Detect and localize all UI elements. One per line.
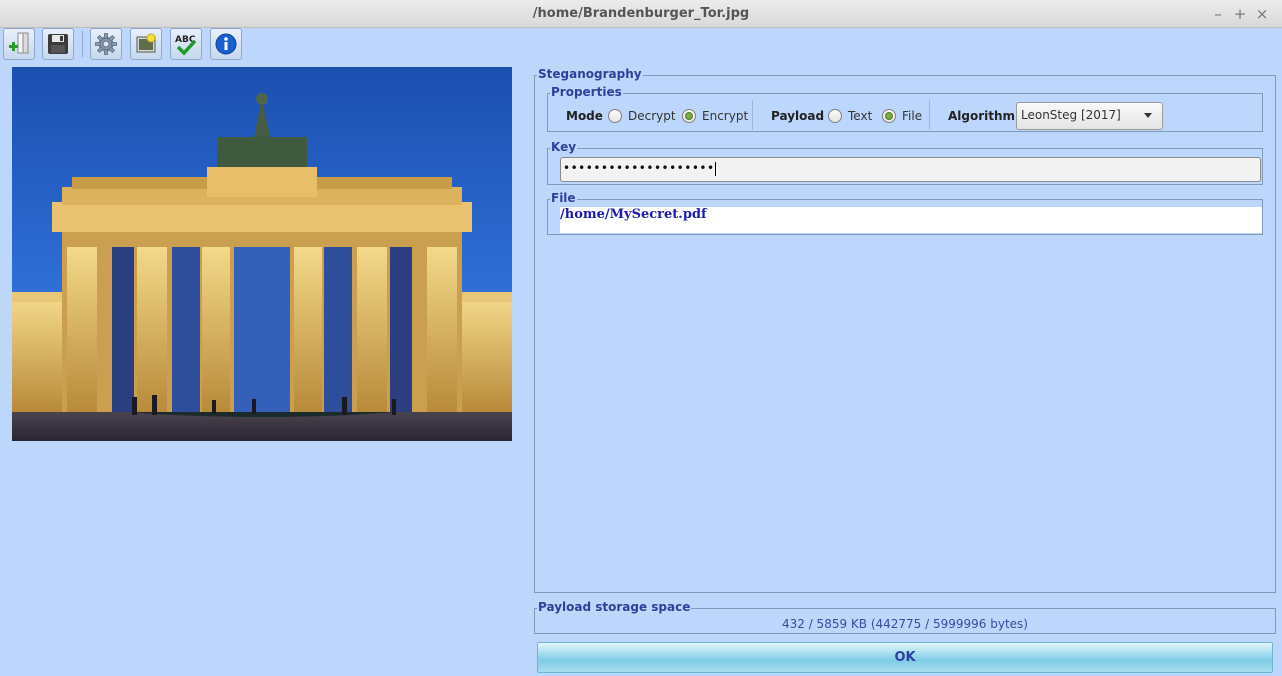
close-button[interactable]: × xyxy=(1252,4,1272,24)
minimize-button[interactable]: – xyxy=(1208,4,1228,24)
settings-button[interactable] xyxy=(90,28,122,60)
maximize-button[interactable]: + xyxy=(1230,4,1250,24)
payload-storage-text: 432 / 5859 KB (442775 / 5999996 bytes) xyxy=(781,617,1028,631)
open-file-button[interactable] xyxy=(3,28,35,60)
payload-storage-title: Payload storage space xyxy=(537,600,692,614)
mode-encrypt-label[interactable]: Encrypt xyxy=(702,109,748,123)
payload-label: Payload xyxy=(771,109,825,123)
payload-text-label[interactable]: Text xyxy=(848,109,872,123)
key-password-input[interactable]: •••••••••••••••••••• xyxy=(560,157,1261,182)
properties-separator xyxy=(752,100,753,130)
key-title: Key xyxy=(550,140,578,154)
algorithm-label: Algorithm xyxy=(948,109,1016,123)
mode-decrypt-radio[interactable] xyxy=(608,109,622,123)
payload-file-label[interactable]: File xyxy=(902,109,922,123)
mode-decrypt-label[interactable]: Decrypt xyxy=(628,109,676,123)
spellcheck-button[interactable]: ABC xyxy=(170,28,202,60)
toolbar-separator xyxy=(82,31,83,57)
spellcheck-icon: ABC xyxy=(175,35,197,56)
algorithm-select[interactable]: LeonSteg [2017] xyxy=(1016,102,1163,130)
file-title: File xyxy=(550,191,577,205)
mode-label: Mode xyxy=(566,109,603,123)
text-caret xyxy=(714,161,716,176)
cover-image xyxy=(12,67,512,441)
file-path-field[interactable]: /home/MySecret.pdf xyxy=(560,207,1262,233)
info-icon xyxy=(215,33,237,55)
properties-separator xyxy=(929,100,930,130)
algorithm-value: LeonSteg [2017] xyxy=(1021,108,1121,122)
window-titlebar: /home/Brandenburger_Tor.jpg – + × xyxy=(0,0,1282,28)
mode-encrypt-radio[interactable] xyxy=(682,109,696,123)
new-image-icon xyxy=(136,33,156,53)
open-file-icon xyxy=(9,32,29,54)
toolbar: ABC xyxy=(0,28,1282,62)
steganography-title: Steganography xyxy=(537,67,643,81)
brandenburg-gate-image xyxy=(12,67,512,441)
info-button[interactable] xyxy=(210,28,242,60)
properties-title: Properties xyxy=(550,85,623,99)
new-image-button[interactable] xyxy=(130,28,162,60)
window-title: /home/Brandenburger_Tor.jpg xyxy=(532,6,750,21)
chevron-down-icon xyxy=(1144,113,1152,118)
file-path: /home/MySecret.pdf xyxy=(560,207,707,222)
key-password-value: •••••••••••••••••••• xyxy=(563,161,715,175)
settings-gear-icon xyxy=(95,33,117,55)
payload-file-radio[interactable] xyxy=(882,109,896,123)
ok-button[interactable]: OK xyxy=(537,642,1273,673)
payload-text-radio[interactable] xyxy=(828,109,842,123)
save-icon xyxy=(48,34,68,54)
save-button[interactable] xyxy=(42,28,74,60)
